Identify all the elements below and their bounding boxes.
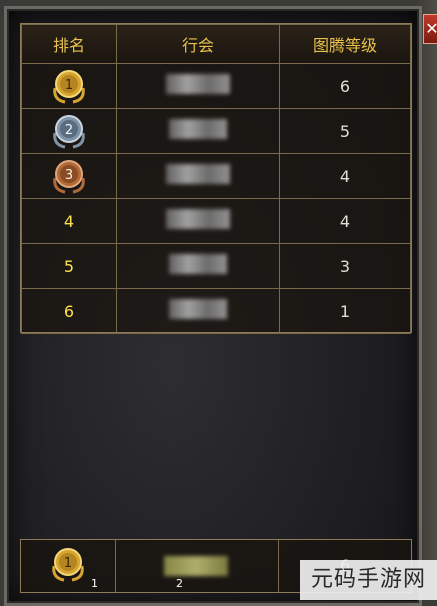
- gold-medal-icon: 1: [52, 548, 84, 582]
- ranking-table-panel: 排名 行会 图腾等级 1 6 2 5 3 4 4 4 5 3 6 1: [20, 23, 412, 334]
- svg-text:1: 1: [65, 78, 73, 93]
- totem-level-cell: 3: [279, 243, 411, 289]
- svg-text:2: 2: [65, 123, 73, 138]
- guild-name-cell: [116, 198, 280, 244]
- table-row[interactable]: 4 4: [21, 198, 411, 244]
- gold-medal-icon: 1: [53, 70, 85, 104]
- totem-level-cell: 1: [279, 288, 411, 334]
- header-guild: 行会: [116, 24, 280, 64]
- own-guild-small-number: 2: [176, 577, 183, 590]
- rank-cell: 3: [21, 153, 117, 199]
- own-guild-name-cell: 2: [116, 540, 279, 592]
- table-row[interactable]: 2 5: [21, 108, 411, 154]
- rank-cell: 2: [21, 108, 117, 154]
- totem-level-cell: 4: [279, 153, 411, 199]
- blurred-guild-name: [166, 74, 230, 94]
- totem-level-cell: 5: [279, 108, 411, 154]
- totem-level-cell: 6: [279, 63, 411, 109]
- rank-cell: 5: [21, 243, 117, 289]
- rank-cell: 1: [21, 63, 117, 109]
- rank-cell: 6: [21, 288, 117, 334]
- rank-cell: 4: [21, 198, 117, 244]
- own-rank-small-number: 1: [91, 577, 98, 590]
- guild-name-cell: [116, 63, 280, 109]
- guild-name-cell: [116, 243, 280, 289]
- totem-level-cell: 4: [279, 198, 411, 244]
- guild-name-cell: [116, 288, 280, 334]
- table-row[interactable]: 3 4: [21, 153, 411, 199]
- blurred-guild-name: [166, 164, 230, 184]
- table-row[interactable]: 5 3: [21, 243, 411, 289]
- close-button[interactable]: ✕: [423, 14, 437, 44]
- blurred-guild-name: [164, 556, 228, 576]
- ranking-window: 排名 行会 图腾等级 1 6 2 5 3 4 4 4 5 3 6 1 1 1 2: [4, 6, 422, 606]
- site-watermark: 元码手游网: [300, 560, 437, 600]
- ranking-table: 排名 行会 图腾等级 1 6 2 5 3 4 4 4 5 3 6 1: [21, 24, 411, 334]
- own-rank-cell: 1 1: [21, 540, 116, 592]
- close-icon: ✕: [425, 19, 437, 38]
- blurred-guild-name: [169, 299, 227, 319]
- table-row[interactable]: 1 6: [21, 63, 411, 109]
- svg-text:1: 1: [64, 556, 72, 571]
- silver-medal-icon: 2: [53, 115, 85, 149]
- table-header-row: 排名 行会 图腾等级: [21, 24, 411, 64]
- guild-name-cell: [116, 108, 280, 154]
- header-totem-level: 图腾等级: [279, 24, 411, 64]
- header-rank: 排名: [21, 24, 117, 64]
- table-row[interactable]: 6 1: [21, 288, 411, 334]
- blurred-guild-name: [169, 119, 227, 139]
- blurred-guild-name: [169, 254, 227, 274]
- blurred-guild-name: [166, 209, 230, 229]
- svg-text:3: 3: [65, 168, 73, 183]
- bronze-medal-icon: 3: [53, 160, 85, 194]
- guild-name-cell: [116, 153, 280, 199]
